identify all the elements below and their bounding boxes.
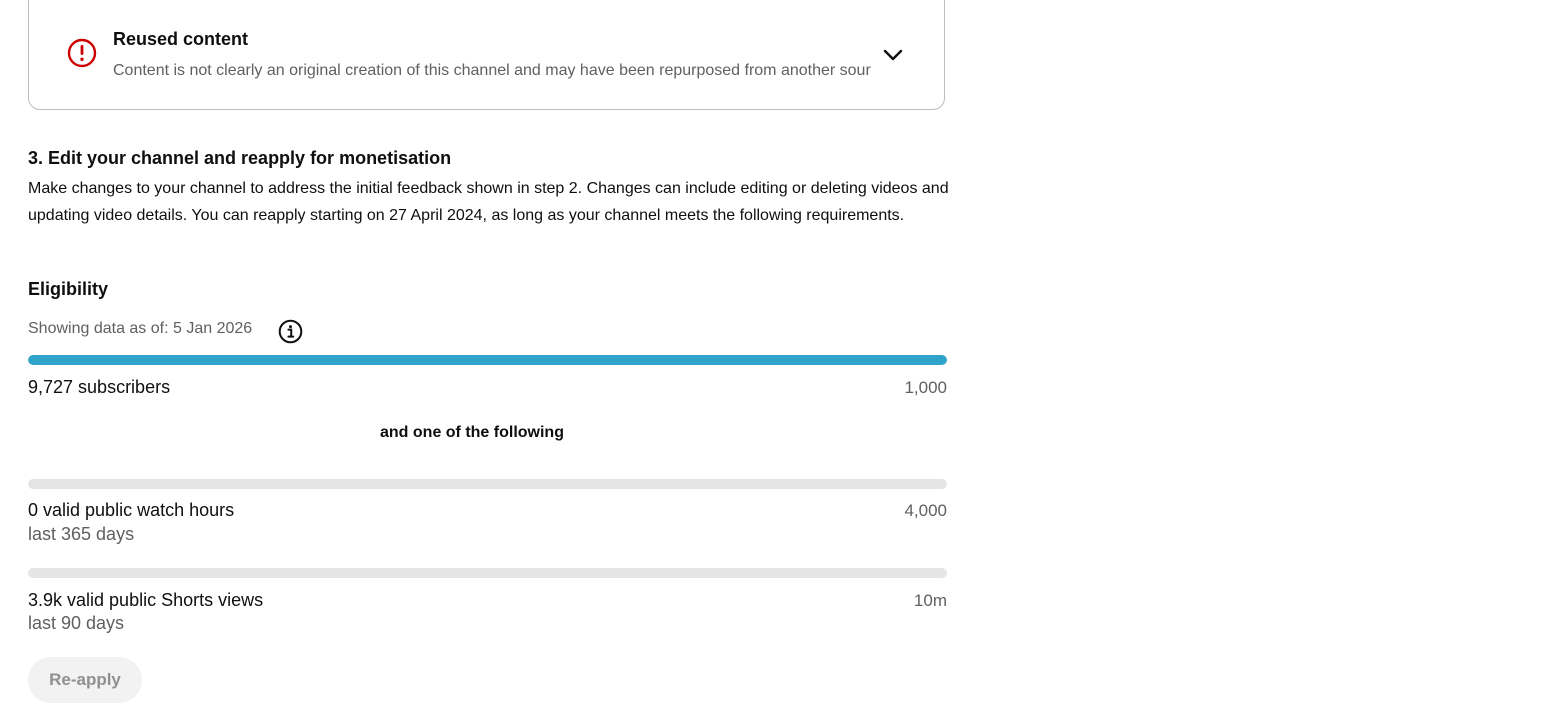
card-description: Content is not clearly an original creat… — [113, 62, 871, 79]
card-title: Reused content — [113, 29, 249, 49]
subscribers-progress-fill — [28, 355, 947, 365]
eligibility-heading: Eligibility — [28, 279, 109, 299]
info-icon[interactable] — [278, 319, 303, 344]
watch-hours-progress-bar — [28, 479, 947, 489]
subscribers-target: 1,000 — [904, 378, 947, 397]
watch-hours-period: last 365 days — [28, 524, 135, 544]
step-title: 3. Edit your channel and reapply for mon… — [28, 148, 452, 168]
step-description: Make changes to your channel to address … — [28, 180, 949, 224]
monetisation-page: Reused content Content is not clearly an… — [0, 0, 1547, 718]
shorts-views-count: 3.9k valid public Shorts views — [28, 590, 264, 610]
watch-hours-target: 4,000 — [904, 501, 947, 520]
watch-hours-count: 0 valid public watch hours — [28, 500, 235, 520]
reapply-button[interactable]: Re-apply — [28, 657, 142, 703]
shorts-views-target: 10m — [913, 591, 947, 610]
alert-circle-icon — [67, 38, 97, 68]
chevron-down-icon[interactable] — [881, 43, 905, 67]
subscribers-count: 9,727 subscribers — [28, 377, 171, 397]
shorts-views-progress-bar — [28, 568, 947, 578]
subscribers-progress-bar — [28, 355, 947, 365]
and-one-of-following-label: and one of the following — [380, 424, 564, 441]
data-as-of-text: Showing data as of: 5 Jan 2026 — [28, 320, 253, 337]
reused-content-card[interactable]: Reused content Content is not clearly an… — [28, 0, 945, 110]
shorts-views-period: last 90 days — [28, 613, 125, 633]
